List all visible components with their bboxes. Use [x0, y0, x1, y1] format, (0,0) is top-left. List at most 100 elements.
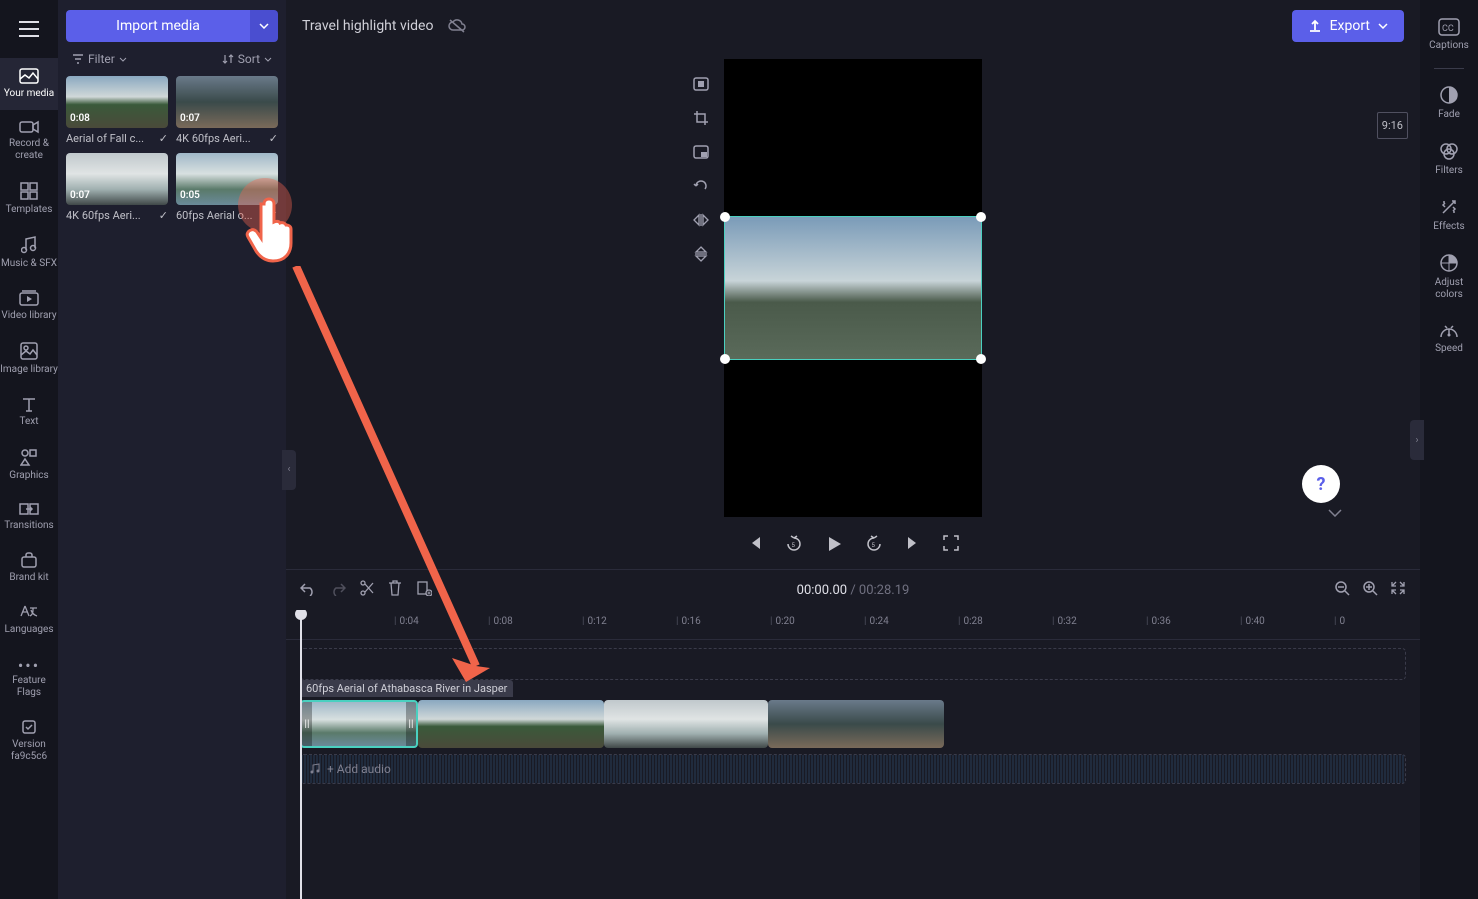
- zoom-out-button[interactable]: [1334, 580, 1350, 600]
- filter-icon: [72, 54, 84, 64]
- flip-vertical-tool[interactable]: [688, 241, 714, 267]
- export-button[interactable]: Export: [1292, 10, 1404, 42]
- nav-video-library[interactable]: Video library: [0, 280, 58, 332]
- sort-label: Sort: [238, 52, 260, 66]
- video-library-icon: [19, 290, 39, 306]
- captions-button[interactable]: CC Captions: [1420, 8, 1478, 62]
- hamburger-icon: [19, 21, 39, 37]
- redo-button[interactable]: [330, 581, 346, 600]
- import-media-button[interactable]: Import media: [66, 10, 250, 42]
- rewind-button[interactable]: 5: [785, 535, 803, 557]
- nav-image-library[interactable]: Image library: [0, 332, 58, 386]
- export-label: Export: [1330, 18, 1370, 34]
- audio-track[interactable]: + Add audio: [300, 754, 1406, 784]
- fullscreen-button[interactable]: [943, 535, 959, 557]
- video-track[interactable]: 60fps Aerial of Athabasca River in Jaspe…: [300, 698, 1406, 750]
- ruler-tick: 0: [1334, 616, 1345, 627]
- nav-transitions[interactable]: Transitions: [0, 492, 58, 542]
- resize-handle-br[interactable]: [976, 354, 986, 364]
- rotate-tool[interactable]: [688, 173, 714, 199]
- preview-selected-clip[interactable]: [724, 216, 982, 360]
- split-button[interactable]: [360, 580, 374, 600]
- nav-languages[interactable]: Languages: [0, 594, 58, 646]
- nav-version[interactable]: Version fa9c5c6: [0, 709, 58, 773]
- timeline-clip-selected[interactable]: || ||: [300, 700, 418, 748]
- media-name: 60fps Aerial o...: [176, 209, 253, 222]
- clip-trim-right[interactable]: ||: [406, 702, 416, 746]
- media-item[interactable]: 0:07 4K 60fps Aeri...✓: [176, 76, 278, 145]
- collapse-right-panel-button[interactable]: ›: [1410, 420, 1424, 460]
- effects-button[interactable]: Effects: [1420, 187, 1478, 243]
- undo-button[interactable]: [300, 581, 316, 600]
- delete-button[interactable]: [388, 580, 402, 600]
- languages-icon: [20, 604, 38, 620]
- clip-trim-left[interactable]: ||: [302, 702, 312, 746]
- nav-brand-kit[interactable]: Brand kit: [0, 542, 58, 594]
- duplicate-button[interactable]: [416, 580, 432, 600]
- play-button[interactable]: [825, 535, 843, 557]
- empty-track[interactable]: [300, 648, 1406, 680]
- rail-label: Adjust colors: [1420, 277, 1478, 301]
- filter-label: Filter: [88, 52, 115, 66]
- skip-end-button[interactable]: [905, 535, 921, 557]
- cloud-sync-icon[interactable]: [447, 18, 467, 34]
- rail-label: Captions: [1429, 40, 1469, 52]
- nav-label: Graphics: [9, 470, 48, 482]
- timeline-clip[interactable]: [768, 700, 944, 748]
- nav-label: Text: [19, 416, 38, 428]
- ruler-tick: 0:32: [1052, 616, 1077, 627]
- nav-label: Record & create: [0, 138, 58, 162]
- media-item[interactable]: 0:08 Aerial of Fall c...✓: [66, 76, 168, 145]
- resize-handle-tr[interactable]: [976, 212, 986, 222]
- nav-text[interactable]: Text: [0, 386, 58, 438]
- help-button[interactable]: ?: [1302, 465, 1340, 503]
- media-item[interactable]: 0:07 4K 60fps Aeri...✓: [66, 153, 168, 222]
- zoom-fit-button[interactable]: [1390, 580, 1406, 600]
- aspect-ratio-badge[interactable]: 9:16: [1377, 112, 1408, 139]
- right-rail: CC Captions Fade Filters Effects Adjust …: [1420, 0, 1478, 899]
- menu-button[interactable]: [8, 8, 50, 50]
- media-item[interactable]: 0:05 60fps Aerial o...✓: [176, 153, 278, 222]
- project-title-area: Travel highlight video: [302, 18, 467, 34]
- nav-record-create[interactable]: Record & create: [0, 110, 58, 172]
- nav-your-media[interactable]: Your media: [0, 58, 58, 110]
- import-dropdown-button[interactable]: [250, 10, 278, 42]
- fade-button[interactable]: Fade: [1420, 75, 1478, 131]
- skip-start-button[interactable]: [747, 535, 763, 557]
- crop-tool[interactable]: [688, 105, 714, 131]
- pip-tool[interactable]: [688, 139, 714, 165]
- filter-sort-bar: Filter Sort: [66, 52, 278, 76]
- playhead[interactable]: [300, 610, 302, 899]
- expand-panel-chevron[interactable]: [1328, 502, 1342, 521]
- project-title[interactable]: Travel highlight video: [302, 18, 433, 34]
- zoom-in-button[interactable]: [1362, 580, 1378, 600]
- media-name-row: Aerial of Fall c...✓: [66, 132, 168, 145]
- media-thumbnail: 0:07: [66, 153, 168, 205]
- nav-music-sfx[interactable]: Music & SFX: [0, 226, 58, 280]
- templates-icon: [20, 182, 38, 200]
- ruler-tick: 0:12: [582, 616, 607, 627]
- resize-handle-tl[interactable]: [720, 212, 730, 222]
- flip-horizontal-tool[interactable]: [688, 207, 714, 233]
- check-icon: ✓: [159, 209, 168, 222]
- filters-button[interactable]: Filters: [1420, 131, 1478, 187]
- forward-button[interactable]: 5: [865, 535, 883, 557]
- timeline-clip[interactable]: [604, 700, 768, 748]
- timeline-clip[interactable]: [418, 700, 604, 748]
- nav-graphics[interactable]: Graphics: [0, 438, 58, 492]
- fit-tool[interactable]: [688, 71, 714, 97]
- filter-button[interactable]: Filter: [72, 52, 127, 66]
- speed-button[interactable]: Speed: [1420, 311, 1478, 365]
- sort-button[interactable]: Sort: [222, 52, 272, 66]
- adjust-colors-button[interactable]: Adjust colors: [1420, 243, 1478, 311]
- nav-feature-flags[interactable]: ••• Feature Flags: [0, 646, 58, 709]
- resize-handle-bl[interactable]: [720, 354, 730, 364]
- dots-icon: •••: [18, 656, 40, 675]
- sort-icon: [222, 53, 234, 65]
- preview-canvas[interactable]: [724, 59, 982, 517]
- playback-controls: 5 5: [286, 523, 1420, 569]
- media-thumbnail: 0:07: [176, 76, 278, 128]
- camera-icon: [19, 120, 39, 134]
- nav-templates[interactable]: Templates: [0, 172, 58, 226]
- timeline-ruler[interactable]: 0:04 0:08 0:12 0:16 0:20 0:24 0:28 0:32 …: [286, 610, 1420, 640]
